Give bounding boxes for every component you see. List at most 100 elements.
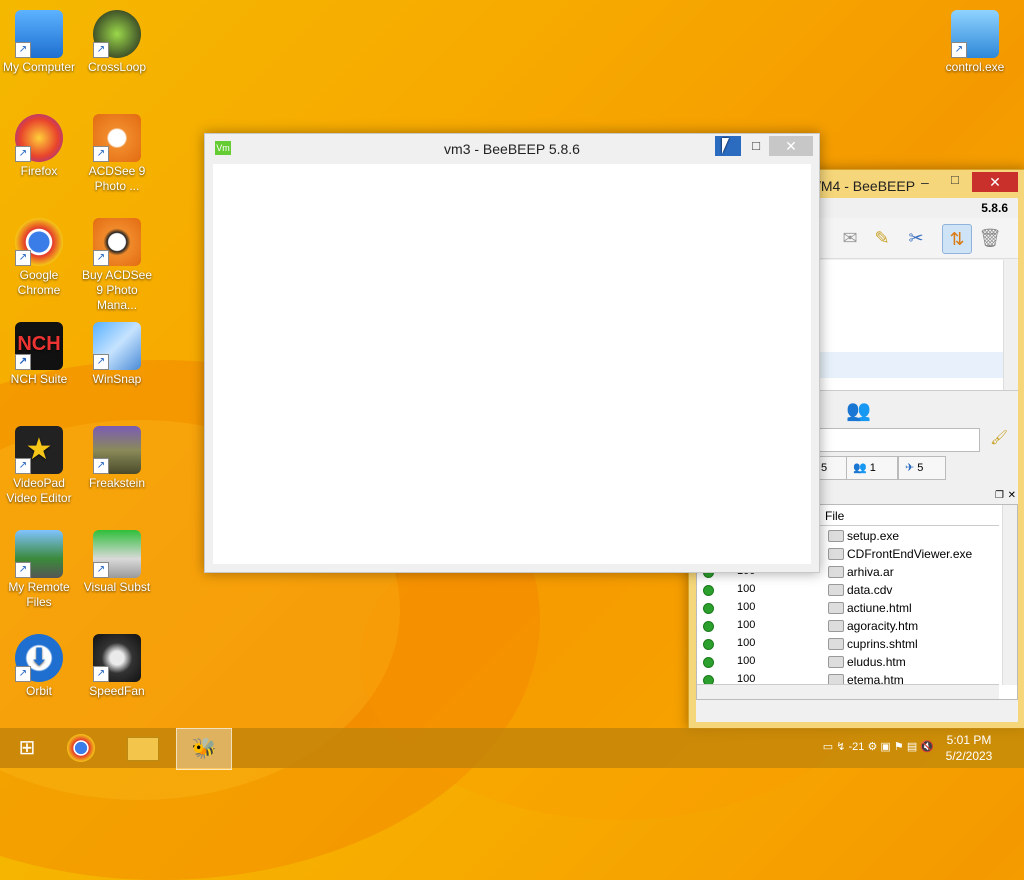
sync-icon[interactable]: ⇅ (942, 224, 972, 254)
desktop-icon-label: Orbit (25, 684, 52, 698)
panel-restore-icon[interactable]: ❐ (995, 490, 1004, 501)
version-label: 5.8.6 (981, 201, 1008, 215)
edit-icon[interactable]: ✎ (868, 224, 896, 252)
share-icon: ✈ (905, 462, 915, 474)
tab-shares[interactable]: ✈ 5 (898, 456, 946, 480)
file-row[interactable]: 100 cuprins.shtml (697, 635, 1002, 653)
group-icon: 👥 (853, 462, 867, 474)
file-name: eludus.htm (847, 655, 906, 669)
desktop-icon-label: WinSnap (92, 372, 142, 386)
file-name: actiune.html (847, 601, 912, 615)
tray-temperature[interactable]: -21 (849, 741, 865, 753)
file-row[interactable]: 100 agoracity.htm (697, 617, 1002, 635)
chrome-icon: ↗ (15, 218, 63, 266)
orbit-icon: ⬇ ↗ (15, 634, 63, 682)
file-list-hscrollbar[interactable] (697, 684, 999, 699)
file-name: agoracity.htm (847, 619, 919, 633)
brush-icon[interactable]: 🖌 (990, 429, 1008, 446)
acdsee-buy-icon: ↗ (93, 218, 141, 266)
start-button[interactable]: ⊞ (0, 728, 54, 768)
file-row[interactable]: 100 data.cdv (697, 581, 1002, 599)
mail-icon[interactable]: ✉ (836, 224, 864, 252)
nch-icon: NCH ↗ (15, 322, 63, 370)
file-column-header[interactable]: File (819, 507, 999, 526)
tray-flag-icon[interactable]: ⚑ (894, 741, 904, 753)
desktop-icon-acdsee[interactable]: ↗ ACDSee 9 Photo ... (78, 114, 156, 194)
file-icon (828, 638, 844, 650)
tools-icon[interactable]: ✂ (902, 224, 930, 252)
desktop-icon-label: Buy ACDSee 9 Photo Mana... (81, 268, 153, 312)
speedfan-icon: ↗ (93, 634, 141, 682)
file-row[interactable]: 100 actiune.html (697, 599, 1002, 617)
trash-icon[interactable]: 🗑 (976, 224, 1004, 252)
desktop-icon-crossloop[interactable]: ↗ CrossLoop (78, 10, 156, 75)
desktop-icon-winsnap[interactable]: ↗ WinSnap (78, 322, 156, 387)
tray-monitor-icon[interactable]: ▤ (907, 741, 917, 753)
file-icon (828, 548, 844, 560)
desktop-icon-chrome[interactable]: ↗ Google Chrome (0, 218, 78, 298)
file-list-scrollbar[interactable] (1002, 505, 1017, 685)
desktop-icon-firefox[interactable]: ↗ Firefox (0, 114, 78, 179)
vm4-close-button[interactable]: ✕ (972, 172, 1018, 192)
acdsee-icon: ↗ (93, 114, 141, 162)
tray-device-icon[interactable]: ⚙ (867, 741, 877, 753)
desktop-icon-label: Google Chrome (17, 268, 61, 297)
desktop-icon-label: SpeedFan (89, 684, 145, 698)
desktop-icon-nch-suite[interactable]: NCH ↗ NCH Suite (0, 322, 78, 387)
vm3-maximize-button[interactable]: □ (743, 136, 769, 156)
file-row[interactable]: 100 eludus.htm (697, 653, 1002, 671)
desktop-icon-label: CrossLoop (87, 60, 147, 74)
desktop-icon-label: Firefox (20, 164, 58, 178)
clock[interactable]: 5:01 PM 5/2/2023 (934, 732, 1004, 764)
file-icon (828, 656, 844, 668)
status-dot-icon (703, 585, 714, 596)
desktop-icon-acdsee-buy[interactable]: ↗ Buy ACDSee 9 Photo Mana... (78, 218, 156, 313)
tab-groups[interactable]: 👥 1 (846, 456, 898, 480)
taskbar: ⊞ 🐝 ▭ ↯ -21 ⚙ ▣ ⚑ ▤ 🔇 5:01 PM 5/2/2023 (0, 728, 1024, 770)
chat-list-scrollbar[interactable] (1003, 260, 1018, 390)
taskbar-chrome-icon[interactable] (54, 728, 108, 768)
visual-subst-icon: ↗ (93, 530, 141, 578)
mouse-cursor (722, 138, 729, 154)
file-name: arhiva.ar (847, 565, 894, 579)
beebeep-vm3-window[interactable]: Vm vm3 - BeeBEEP 5.8.6 □ ✕ (204, 133, 820, 573)
tray-app-icon[interactable]: ▣ (880, 741, 890, 753)
desktop-icon-label: Freakstein (88, 476, 146, 490)
desktop-icon-orbit[interactable]: ⬇ ↗ Orbit (0, 634, 78, 699)
desktop-icon-my-remote-files[interactable]: ↗ My Remote Files (0, 530, 78, 610)
file-name: cuprins.shtml (847, 637, 918, 651)
desktop-icon-visual-subst[interactable]: ↗ Visual Subst (78, 530, 156, 595)
desktop-icon-label: My Computer (2, 60, 76, 74)
desktop-icon-control-exe[interactable]: ↗ control.exe (936, 10, 1014, 75)
desktop-icon-label: NCH Suite (10, 372, 68, 386)
file-name: CDFrontEndViewer.exe (847, 547, 973, 561)
taskbar-explorer-icon[interactable] (116, 728, 170, 768)
desktop-icon-speedfan[interactable]: ↗ SpeedFan (78, 634, 156, 699)
desktop-icon-label: Visual Subst (83, 580, 151, 594)
panel-close-icon[interactable]: ✕ (1008, 490, 1016, 501)
system-tray: ▭ ↯ -21 ⚙ ▣ ⚑ ▤ 🔇 (823, 740, 934, 753)
remote-files-icon: ↗ (15, 530, 63, 578)
file-icon (828, 566, 844, 578)
file-progress: 100 (737, 601, 756, 613)
status-dot-icon (703, 657, 714, 668)
desktop-icon-freakstein[interactable]: ↗ Freakstein (78, 426, 156, 491)
vm4-window-title: /M4 - BeeBEEP (817, 178, 916, 194)
clock-date: 5/2/2023 (945, 749, 993, 763)
vm4-minimize-button[interactable]: – (921, 174, 929, 190)
tray-network-icon[interactable]: ↯ (836, 741, 845, 753)
file-progress: 100 (737, 637, 756, 649)
desktop-icon-my-computer[interactable]: ↗ My Computer (0, 10, 78, 75)
clock-time: 5:01 PM (946, 733, 992, 747)
taskbar-beebeep-icon[interactable]: 🐝 (176, 728, 232, 770)
tray-volume-icon[interactable]: 🔇 (920, 741, 934, 753)
file-name: data.cdv (847, 583, 893, 597)
vm4-maximize-button[interactable]: □ (951, 172, 959, 187)
file-progress: 100 (737, 583, 756, 595)
computer-icon: ↗ (15, 10, 63, 58)
desktop-icon-videopad[interactable]: ★ ↗ VideoPad Video Editor (0, 426, 78, 506)
vm3-close-button[interactable]: ✕ (769, 136, 813, 156)
file-icon (828, 584, 844, 596)
status-dot-icon (703, 621, 714, 632)
tray-battery-icon[interactable]: ▭ (823, 741, 833, 753)
